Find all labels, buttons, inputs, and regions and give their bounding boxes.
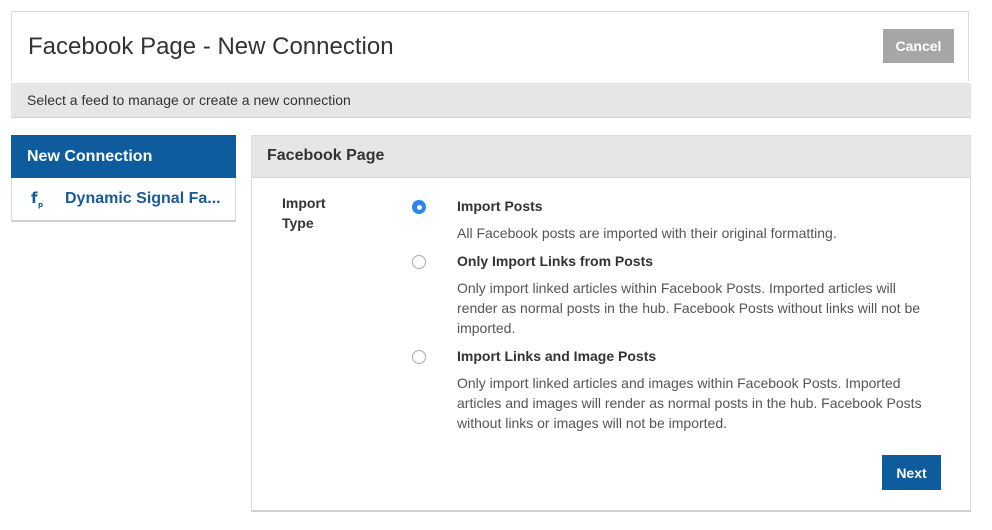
option-description: Only import linked articles within Faceb… bbox=[457, 280, 921, 336]
page-header: Facebook Page - New Connection Cancel bbox=[11, 11, 969, 81]
radio-import-links-images[interactable] bbox=[412, 350, 426, 364]
import-type-label: Import Type bbox=[282, 195, 326, 231]
import-panel: Facebook Page Import Type Import Posts Al… bbox=[251, 135, 971, 512]
sidebar-item-new-connection[interactable]: New Connection bbox=[11, 135, 236, 178]
facebook-page-icon: f p bbox=[28, 189, 48, 209]
panel-title: Facebook Page bbox=[252, 136, 970, 178]
subheader-bar: Select a feed to manage or create a new … bbox=[11, 83, 971, 118]
option-title: Import Links and Image Posts bbox=[457, 348, 657, 364]
svg-text:f: f bbox=[31, 189, 38, 207]
sidebar-item-label: Dynamic Signal Fa... bbox=[65, 190, 221, 207]
radio-import-posts[interactable] bbox=[412, 200, 426, 214]
option-title: Only Import Links from Posts bbox=[457, 253, 654, 269]
svg-text:p: p bbox=[38, 201, 43, 209]
option-description: Only import linked articles and images w… bbox=[457, 375, 922, 431]
page-title: Facebook Page - New Connection bbox=[28, 33, 394, 60]
subheader-text: Select a feed to manage or create a new … bbox=[27, 92, 351, 108]
sidebar: New Connection f p Dynamic Signal Fa... bbox=[11, 135, 236, 222]
cancel-button[interactable]: Cancel bbox=[883, 29, 954, 63]
next-button[interactable]: Next bbox=[882, 455, 941, 490]
option-description: All Facebook posts are imported with the… bbox=[457, 225, 837, 241]
sidebar-item-connection[interactable]: f p Dynamic Signal Fa... bbox=[12, 178, 235, 220]
option-title: Import Posts bbox=[457, 198, 543, 214]
radio-import-links[interactable] bbox=[412, 255, 426, 269]
